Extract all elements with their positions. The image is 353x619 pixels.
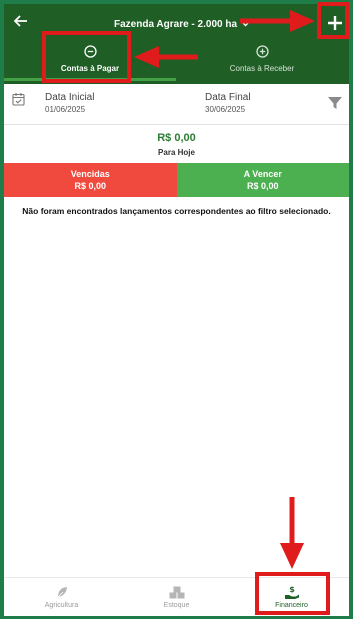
tab-contas-a-receber[interactable]: Contas à Receber	[176, 38, 348, 80]
nav-item-estoque[interactable]: Estoque	[119, 578, 234, 616]
arrow-left-icon	[134, 46, 198, 68]
nav-label: Estoque	[163, 602, 190, 609]
status-summary: Vencidas R$ 0,00 A Vencer R$ 0,00	[4, 163, 349, 197]
end-date-label: Data Final	[205, 92, 251, 103]
highlight-contas-a-pagar-tab	[42, 31, 131, 83]
plus-circle-icon	[255, 45, 269, 58]
nav-label: Agricultura	[44, 602, 79, 609]
start-date-value: 01/06/2025	[45, 105, 86, 114]
arrow-left-icon	[13, 14, 28, 33]
calendar-check-icon[interactable]	[12, 92, 25, 111]
overdue-value: R$ 0,00	[74, 181, 107, 191]
total-amount: R$ 0,00	[157, 132, 196, 144]
leaf-icon	[56, 585, 68, 599]
empty-state-message: Não foram encontrados lançamentos corres…	[22, 206, 331, 216]
nav-item-agricultura[interactable]: Agricultura	[4, 578, 119, 616]
start-date-label: Data Inicial	[45, 92, 95, 103]
overdue-label: Vencidas	[70, 169, 110, 179]
funnel-icon[interactable]	[328, 96, 342, 114]
upcoming-value: R$ 0,00	[246, 181, 279, 191]
overdue-card[interactable]: Vencidas R$ 0,00	[4, 163, 177, 197]
upcoming-card[interactable]: A Vencer R$ 0,00	[176, 163, 349, 197]
total-label: Para Hoje	[158, 148, 195, 157]
arrow-right-icon	[240, 10, 315, 32]
start-date-field[interactable]: Data Inicial 01/06/2025	[45, 92, 94, 114]
back-button[interactable]	[10, 12, 32, 34]
farm-selector[interactable]: Fazenda Agrare - 2.000 ha	[114, 14, 250, 34]
farm-title: Fazenda Agrare - 2.000 ha	[114, 18, 238, 30]
end-date-field[interactable]: Data Final 30/06/2025	[205, 92, 251, 114]
boxes-icon	[169, 585, 185, 599]
arrow-down-icon	[280, 497, 304, 569]
highlight-financeiro-nav	[255, 572, 330, 615]
end-date-value: 30/06/2025	[205, 105, 246, 114]
tab-label: Contas à Receber	[229, 64, 295, 73]
highlight-add-button	[317, 2, 349, 39]
upcoming-label: A Vencer	[243, 169, 282, 179]
date-filter: Data Inicial 01/06/2025 Data Final 30/06…	[4, 86, 349, 125]
